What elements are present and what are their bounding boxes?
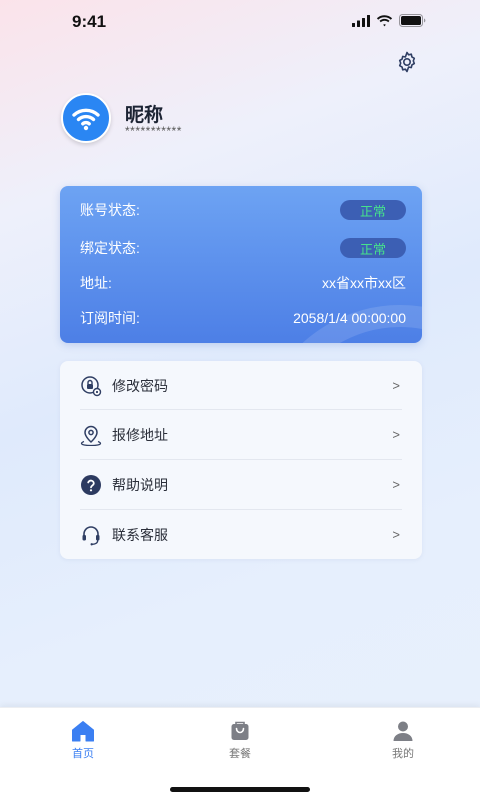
account-status-row: 账号状态: 正常	[80, 198, 406, 222]
gear-icon	[398, 51, 416, 73]
tab-mine-label: 我的	[392, 748, 414, 760]
binding-status-badge: 正常	[340, 238, 406, 258]
menu-card: 修改密码 > 报修地址 > 帮助说明 > 联系客服 >	[60, 361, 422, 559]
binding-status-label: 绑定状态:	[80, 240, 140, 256]
account-status-badge: 正常	[340, 200, 406, 220]
menu-item-label: 修改密码	[112, 377, 168, 394]
cellular-signal-icon	[352, 14, 370, 27]
tab-package-label: 套餐	[229, 748, 251, 760]
chevron-right-icon: >	[392, 527, 400, 542]
binding-status-row: 绑定状态: 正常	[80, 236, 406, 260]
address-row: 地址: xx省xx市xx区	[80, 271, 406, 295]
status-icons	[352, 14, 426, 27]
account-number: ***********	[125, 124, 182, 138]
status-bar: 9:41	[0, 0, 480, 44]
menu-item-label: 联系客服	[112, 526, 168, 543]
subscription-time-label: 订阅时间:	[80, 310, 140, 326]
chevron-right-icon: >	[392, 477, 400, 492]
settings-button[interactable]	[395, 50, 419, 74]
chevron-right-icon: >	[392, 378, 400, 393]
avatar[interactable]	[61, 93, 111, 143]
home-indicator	[170, 787, 310, 792]
address-value: xx省xx市xx区	[322, 275, 406, 291]
location-pin-icon	[80, 424, 102, 446]
menu-item-customer-service[interactable]: 联系客服 >	[80, 510, 402, 559]
menu-item-label: 报修地址	[112, 426, 168, 443]
wifi-status-icon	[376, 14, 393, 26]
tab-package[interactable]: 套餐	[200, 720, 280, 761]
nickname: 昵称	[125, 105, 164, 126]
tab-home-label: 首页	[72, 748, 94, 760]
menu-item-help[interactable]: 帮助说明 >	[80, 460, 402, 509]
account-info-card: 账号状态: 正常 绑定状态: 正常 地址: xx省xx市xx区 订阅时间: 20…	[60, 186, 422, 343]
battery-icon	[399, 14, 426, 27]
headset-icon	[80, 524, 102, 546]
account-status-label: 账号状态:	[80, 202, 140, 218]
menu-item-label: 帮助说明	[112, 476, 168, 493]
user-icon	[393, 721, 413, 741]
home-icon	[72, 721, 94, 742]
status-time: 9:41	[72, 12, 107, 31]
menu-item-repair-address[interactable]: 报修地址 >	[80, 410, 402, 459]
wifi-logo-icon	[72, 108, 100, 131]
subscription-time-row: 订阅时间: 2058/1/4 00:00:00	[80, 306, 406, 330]
lock-gear-icon	[80, 375, 102, 397]
address-label: 地址:	[80, 275, 112, 291]
bag-icon	[231, 721, 249, 740]
menu-item-change-password[interactable]: 修改密码 >	[80, 361, 402, 410]
chevron-right-icon: >	[392, 427, 400, 442]
subscription-time-value: 2058/1/4 00:00:00	[293, 310, 406, 326]
help-icon	[80, 474, 102, 496]
tab-mine[interactable]: 我的	[363, 720, 443, 761]
tab-home[interactable]: 首页	[43, 720, 123, 761]
